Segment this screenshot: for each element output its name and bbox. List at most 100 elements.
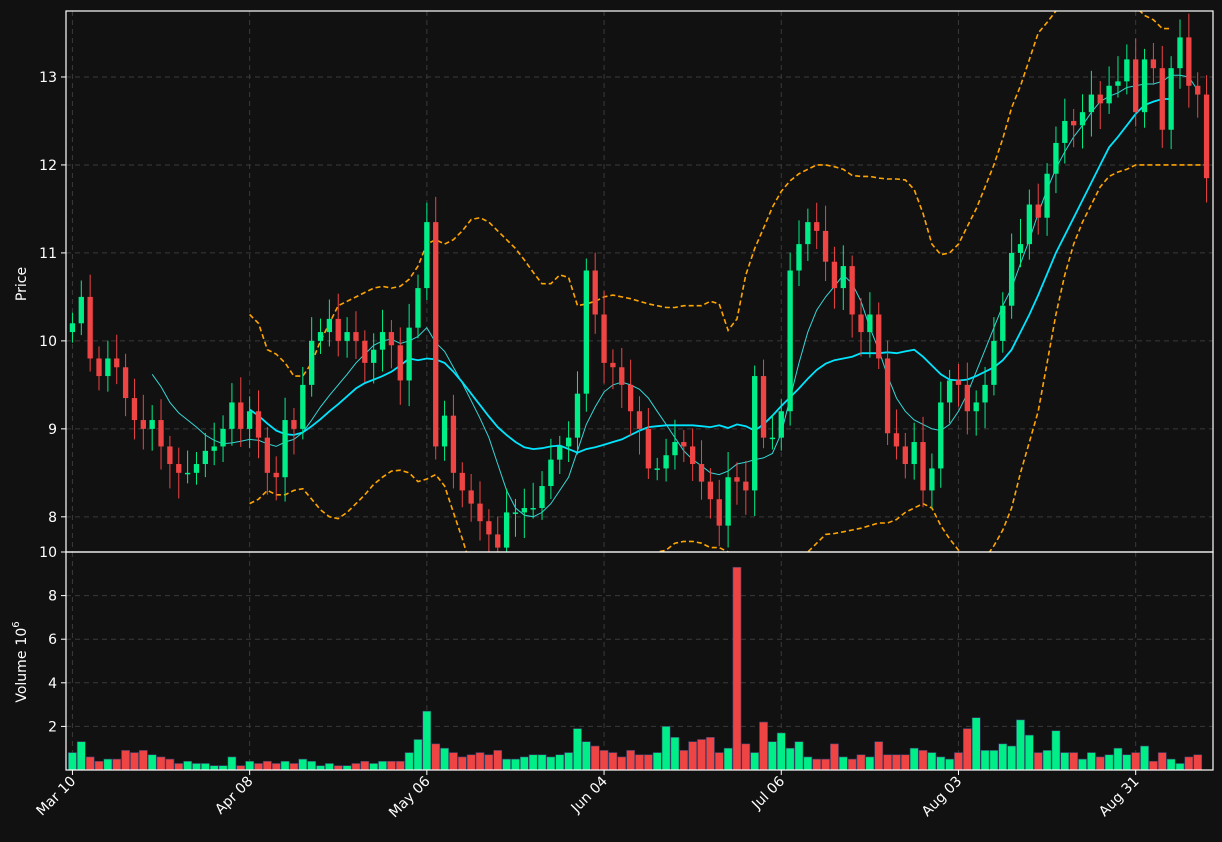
volume-bar [599, 750, 609, 771]
volume-bar [262, 760, 272, 771]
candle-body [681, 442, 687, 447]
candle-body [636, 411, 643, 429]
candle-body [849, 266, 855, 315]
volume-bar [954, 752, 963, 771]
volume-bar [369, 763, 379, 771]
candle-body [884, 358, 891, 434]
volume-bar [697, 739, 706, 771]
candle-body [707, 481, 714, 500]
candle-body [211, 446, 217, 451]
volume-axis-exponent-power: 6 [11, 621, 22, 627]
candle-body [583, 270, 589, 394]
volume-bar [785, 747, 795, 771]
volume-bar [706, 736, 715, 771]
upper-band-line [249, 11, 1172, 377]
candle-body [176, 464, 182, 473]
candle-body [1141, 59, 1148, 113]
volume-bar [1042, 750, 1052, 771]
candle-body [946, 380, 953, 403]
candle-body [592, 270, 598, 315]
volume-bar [395, 760, 405, 771]
candle-body [973, 402, 979, 412]
candle-body [450, 415, 457, 473]
volume-bar [617, 756, 627, 771]
candle-body [654, 468, 660, 470]
candle-body [503, 512, 510, 548]
price-tick-label: 13 [39, 70, 57, 86]
candle-body [415, 288, 421, 328]
candle-body [982, 384, 988, 403]
candle-body [1017, 244, 1024, 253]
volume-bar [643, 754, 653, 771]
candle-body [114, 358, 120, 368]
price-axis-title: Price [14, 267, 30, 301]
candle-body [991, 340, 997, 385]
volume-bar [280, 760, 290, 771]
volume-bar [1024, 734, 1034, 771]
candle-body [362, 340, 368, 363]
candle-body [521, 508, 527, 513]
volume-bar [209, 765, 219, 771]
candle-body [663, 455, 669, 469]
volume-bar [1007, 745, 1017, 771]
candle-body [672, 442, 678, 456]
candle-body [317, 332, 324, 341]
candle-body [424, 222, 430, 289]
volume-bar [457, 756, 467, 771]
candle-body [486, 521, 492, 535]
candle-body [202, 450, 208, 465]
volume-bar [847, 758, 857, 771]
candle-body [78, 296, 84, 324]
candle-body [574, 393, 581, 438]
volume-bar [130, 752, 139, 771]
candle-body [1115, 81, 1121, 86]
candle-body [548, 459, 554, 487]
candle-body [831, 261, 838, 289]
volume-bar [475, 752, 485, 771]
date-tick-label: Jul 06 [748, 773, 788, 813]
candle-body [96, 358, 102, 377]
candle-body [1079, 112, 1086, 126]
volume-bar [183, 760, 192, 771]
candle-body [344, 332, 350, 341]
volume-axis-exponent-base: 10 [14, 628, 30, 646]
volume-bar [573, 728, 582, 771]
volume-tick-label: 10 [39, 545, 57, 561]
candle-body [238, 402, 244, 429]
volume-tick-label: 6 [48, 632, 57, 648]
volume-bar [289, 763, 299, 771]
candle-body [1088, 94, 1095, 113]
volume-bar [830, 743, 839, 771]
candle-body [441, 415, 448, 447]
candle-body [105, 358, 111, 377]
volume-bar [670, 736, 680, 771]
volume-axis-title: Volume 106 [11, 621, 30, 702]
volume-bar [537, 754, 547, 771]
volume-bar [1184, 756, 1194, 771]
candle-body [1177, 37, 1183, 69]
candle-body [645, 428, 652, 469]
volume-bar [360, 760, 370, 771]
volume-bar [271, 763, 281, 771]
volume-tick-label: 8 [48, 589, 57, 605]
volume-bar [555, 754, 565, 771]
candle-body [858, 314, 864, 333]
candle-body [140, 420, 146, 429]
date-tick-label: Aug 03 [919, 774, 965, 820]
candle-body [87, 296, 93, 359]
volume-bar [980, 750, 990, 771]
volume-bar [112, 758, 122, 771]
volume-bar [590, 745, 600, 771]
price-tick-label: 8 [48, 510, 57, 526]
volume-bar [945, 758, 954, 771]
candle-body [255, 411, 262, 438]
candle-body [379, 332, 386, 350]
candle-body [1097, 94, 1103, 104]
candle-body [769, 437, 776, 440]
candle-body [734, 477, 740, 482]
volume-bar [103, 758, 113, 771]
volume-bar [502, 758, 511, 771]
volume-bar [750, 752, 760, 771]
volume-bar [147, 754, 157, 771]
candle-body [229, 402, 235, 429]
